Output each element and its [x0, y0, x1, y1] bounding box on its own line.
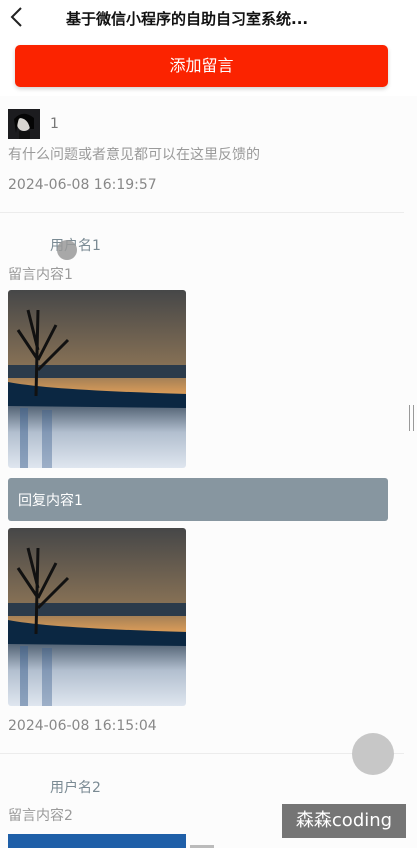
- message-content: 有什么问题或者意见都可以在这里反馈的: [8, 147, 260, 163]
- navigation-bar: 基于微信小程序的自助自习室系统...: [0, 0, 417, 40]
- message-time: 2024-06-08 16:15:04: [8, 718, 157, 734]
- touch-indicator: [57, 240, 77, 260]
- message-content: 留言内容1: [8, 267, 73, 283]
- add-message-button[interactable]: 添加留言: [15, 45, 388, 87]
- message-time: 2024-06-08 16:19:57: [8, 177, 157, 193]
- watermark: 森森coding: [282, 804, 406, 838]
- message-image[interactable]: [8, 290, 186, 468]
- floating-action-button[interactable]: [352, 733, 394, 775]
- scroll-handle[interactable]: [409, 405, 414, 431]
- message-divider: [0, 212, 404, 213]
- message-content: 留言内容2: [8, 808, 73, 824]
- reply-content: 回复内容1: [18, 493, 83, 509]
- message-divider: [0, 753, 404, 754]
- reply-image[interactable]: [8, 528, 186, 706]
- reply-bar: 回复内容1: [8, 478, 388, 521]
- message-image[interactable]: [8, 834, 186, 848]
- avatar: [8, 109, 40, 139]
- message-username: 1: [50, 116, 59, 132]
- page-title: 基于微信小程序的自助自习室系统...: [66, 10, 309, 28]
- message-username: 用户名2: [50, 780, 101, 796]
- page-background: [0, 96, 417, 848]
- chevron-left-icon[interactable]: [8, 6, 28, 28]
